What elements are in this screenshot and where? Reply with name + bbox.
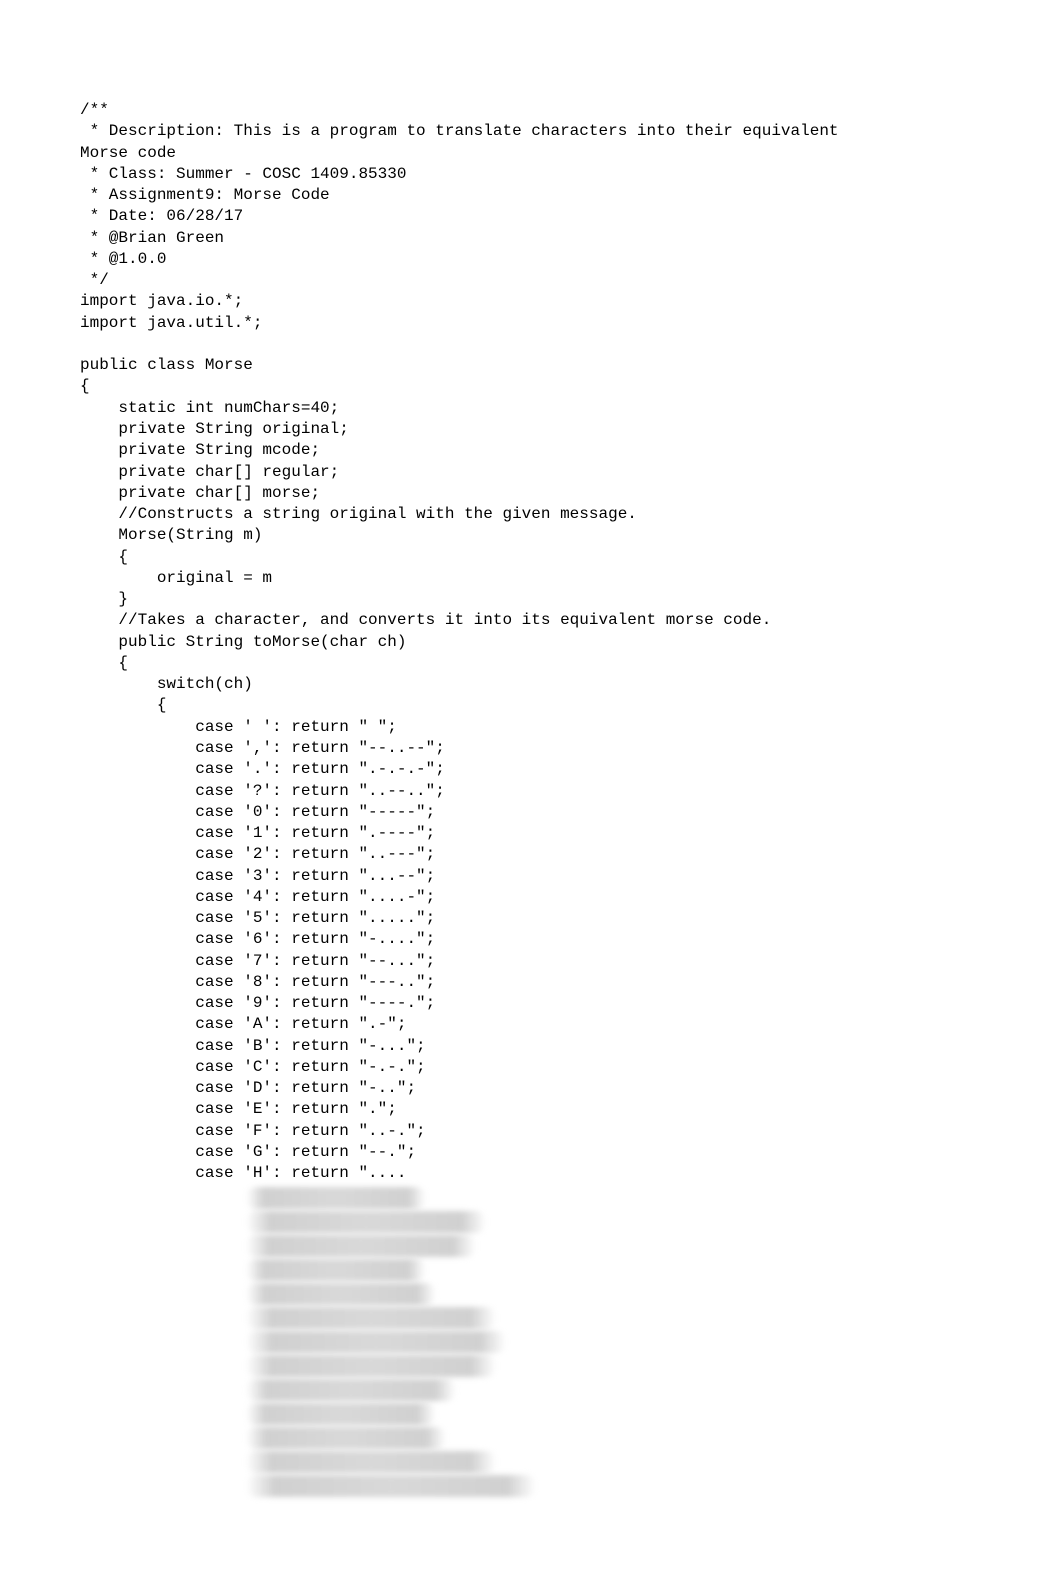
blurred-code-line	[246, 1307, 496, 1329]
blurred-code-line	[246, 1379, 456, 1401]
blurred-preview-area	[80, 1187, 982, 1497]
blurred-code-line	[246, 1259, 426, 1281]
blurred-code-line	[246, 1451, 496, 1473]
blurred-code-line	[246, 1355, 496, 1377]
blurred-code-line	[246, 1331, 506, 1353]
blurred-code-line	[246, 1187, 426, 1209]
blurred-code-line	[246, 1475, 536, 1497]
blurred-code-line	[246, 1283, 436, 1305]
document-page: /** * Description: This is a program to …	[0, 0, 1062, 1579]
blurred-code-line	[246, 1403, 436, 1425]
blurred-code-line	[246, 1235, 476, 1257]
code-listing: /** * Description: This is a program to …	[80, 100, 982, 1185]
blurred-code-line	[246, 1427, 446, 1449]
blurred-code-line	[246, 1211, 486, 1233]
